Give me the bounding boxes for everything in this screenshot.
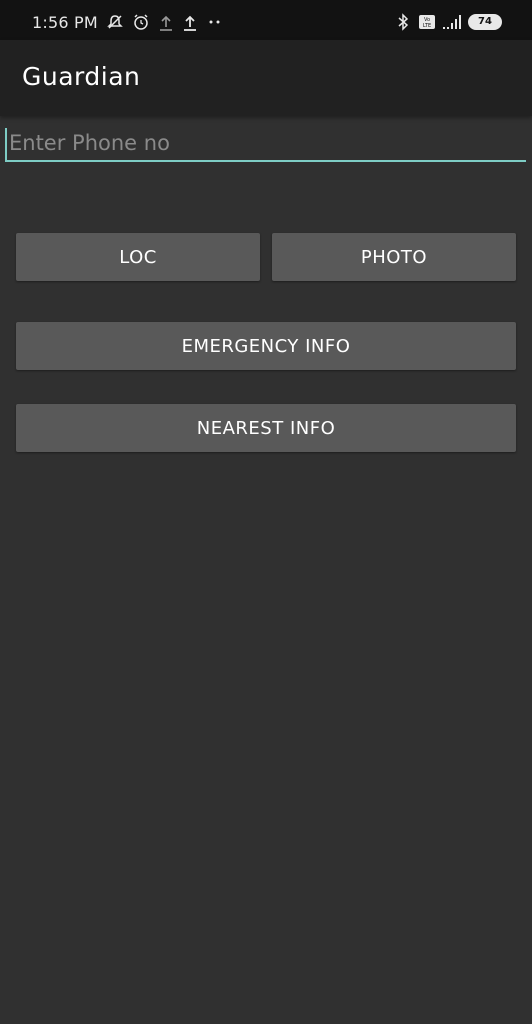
volte-icon: Vo LTE	[418, 14, 436, 30]
more-dots-icon	[206, 17, 224, 27]
app-title: Guardian	[22, 62, 141, 91]
app-bar: Guardian	[0, 40, 532, 116]
phone-number-input[interactable]	[5, 126, 526, 162]
nearest-info-button[interactable]: NEAREST INFO	[16, 404, 516, 452]
battery-icon: 74	[468, 14, 502, 30]
phone-input-container	[5, 126, 526, 164]
status-right: Vo LTE 74	[396, 12, 502, 32]
loc-button[interactable]: LOC	[16, 233, 260, 281]
text-cursor	[5, 128, 7, 160]
upload-icon	[158, 13, 174, 31]
alarm-clock-icon	[132, 13, 150, 31]
upload-icon	[182, 13, 198, 31]
bluetooth-icon	[396, 13, 412, 31]
status-left: 1:56 PM	[32, 12, 224, 32]
muted-notification-icon	[106, 13, 124, 31]
status-time: 1:56 PM	[32, 12, 98, 32]
emergency-info-button[interactable]: EMERGENCY INFO	[16, 322, 516, 370]
signal-icon	[442, 14, 462, 30]
photo-button[interactable]: PHOTO	[272, 233, 516, 281]
status-bar: 1:56 PM Vo LTE 74	[0, 0, 532, 40]
svg-text:LTE: LTE	[423, 23, 431, 29]
